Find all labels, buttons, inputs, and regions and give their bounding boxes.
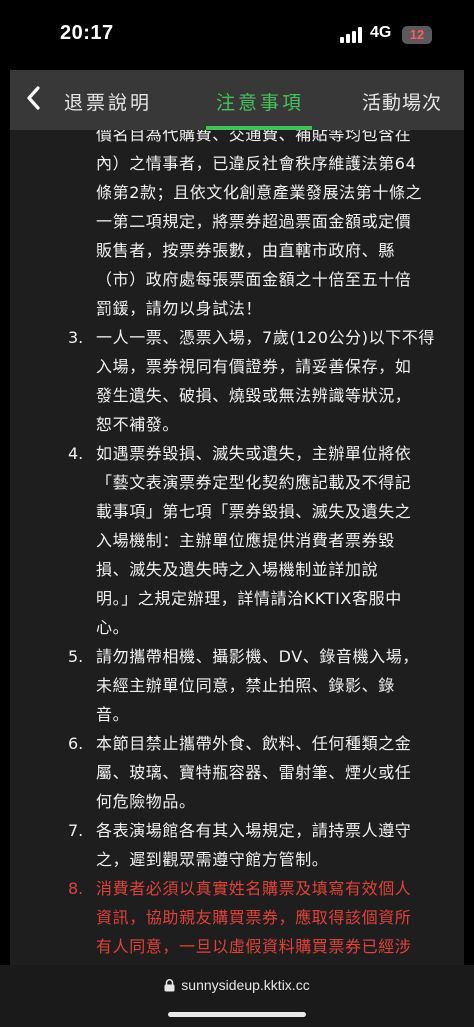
list-item-text: 一人一票、憑票入場，7歲(120公分)以下不得 入場，票券視同有價證券，請妥善保存… <box>96 323 464 439</box>
text-line: 恕不補發。 <box>96 415 180 434</box>
list-item: 6. 本節目禁止攜帶外食、飲料、任何種類之金 屬、玻璃、寶特瓶容器、雷射筆、煙火或任… <box>10 729 464 816</box>
lock-icon <box>164 979 175 992</box>
list-item: 8. 消費者必須以真實姓名購票及填寫有效個人 資訊，協助親友購買票券，應取得該個資所… <box>10 874 464 961</box>
tab-notices[interactable]: 注意事項 <box>216 88 304 115</box>
text-line: 何危險物品。 <box>96 792 196 811</box>
list-item-text: 如遇票券毀損、滅失或遺失，主辦單位將依 「藝文表演票券定型化契約應記載及不得記 載事… <box>96 439 464 642</box>
list-item-number: 8. <box>68 879 84 898</box>
text-line: 各表演場館各有其入場規定，請持票人遵守 <box>96 821 412 840</box>
list-item-text: 消費者必須以真實姓名購票及填寫有效個人 資訊，協助親友購買票券，應取得該個資所 有人… <box>96 874 464 961</box>
url-text: sunnysideup.kktix.cc <box>181 977 310 993</box>
text-line: 未經主辦單位同意，禁止拍照、錄影、錄 <box>96 676 395 695</box>
text-line: 屬、玻璃、寶特瓶容器、雷射筆、煙火或任 <box>96 763 412 782</box>
tab-event-sessions[interactable]: 活動場次 <box>362 88 442 115</box>
text-line: 罰鍰，請勿以身試法！ <box>96 299 263 318</box>
text-line: 請勿攜帶相機、攝影機、DV、錄音機入場， <box>96 647 419 666</box>
text-line: 音。 <box>96 705 130 724</box>
notices-content[interactable]: 價名目為代購費、交通費、補貼等均包含在內）之情事者，已違反社會秩序維護法第64 條… <box>10 130 464 965</box>
list-item-number: 4. <box>68 444 84 463</box>
notices-list: 價名目為代購費、交通費、補貼等均包含在內）之情事者，已違反社會秩序維護法第64 條… <box>10 130 464 961</box>
text-line: 內）之情事者，已違反社會秩序維護法第64 <box>96 154 417 173</box>
text-line: 「藝文表演票券定型化契約應記載及不得記 <box>96 473 412 492</box>
app-frame: 退票說明 注意事項 活動場次 價名目為代購費、交通費、補貼等均包含在內）之情事者… <box>10 70 464 965</box>
text-line: 資訊，協助親友購買票券，應取得該個資所 <box>96 908 412 927</box>
text-line: 損、滅失及遺失時之入場機制並詳加說 <box>96 560 379 579</box>
list-item: 7. 各表演場館各有其入場規定，請持票人遵守 之，遲到觀眾需遵守館方管制。 <box>10 816 464 874</box>
text-line: 販售者，按票券張數，由直轄市政府、縣 <box>96 241 395 260</box>
network-type: 4G <box>370 24 392 41</box>
text-line: 心。 <box>96 618 130 637</box>
url-bar[interactable]: sunnysideup.kktix.cc <box>0 977 474 993</box>
text-line: 本節目禁止攜帶外食、飲料、任何種類之金 <box>96 734 412 753</box>
back-chevron-icon[interactable] <box>26 86 48 112</box>
status-bar: 20:17 4G 12 <box>0 0 474 70</box>
home-indicator[interactable] <box>168 1012 306 1017</box>
text-line: 入場機制：主辦單位應提供消費者票券毀 <box>96 531 395 550</box>
text-line: 如遇票券毀損、滅失或遺失，主辦單位將依 <box>96 444 412 463</box>
text-line: 價名目為代購費、交通費、補貼等均包含在 <box>96 130 412 144</box>
battery-icon: 12 <box>402 26 432 44</box>
list-item: 5. 請勿攜帶相機、攝影機、DV、錄音機入場， 未經主辦單位同意，禁止拍照、錄影、錄… <box>10 642 464 729</box>
list-item-number: 5. <box>68 647 84 666</box>
list-item: 3. 一人一票、憑票入場，7歲(120公分)以下不得 入場，票券視同有價證券，請妥善… <box>10 323 464 439</box>
list-item-number: 7. <box>68 821 84 840</box>
list-item-number: 6. <box>68 734 84 753</box>
text-line: 一第二項規定，將票券超過票面金額或定價 <box>96 212 412 231</box>
tab-bar: 退票說明 注意事項 活動場次 <box>10 70 464 130</box>
list-item-text: 本節目禁止攜帶外食、飲料、任何種類之金 屬、玻璃、寶特瓶容器、雷射筆、煙火或任 何危… <box>96 729 464 816</box>
text-line: 消費者必須以真實姓名購票及填寫有效個人 <box>96 879 412 898</box>
list-item-number: 3. <box>68 328 84 347</box>
list-item: 4. 如遇票券毀損、滅失或遺失，主辦單位將依 「藝文表演票券定型化契約應記載及不得記… <box>10 439 464 642</box>
text-line: 一人一票、憑票入場，7歲(120公分)以下不得 <box>96 328 436 347</box>
text-line: 有人同意，一旦以虛假資料購買票券已經涉 <box>96 937 412 956</box>
intro-paragraph: 價名目為代購費、交通費、補貼等均包含在內）之情事者，已違反社會秩序維護法第64 條… <box>10 130 464 323</box>
status-time: 20:17 <box>60 22 114 44</box>
text-line: 發生遺失、破損、燒毀或無法辨識等狀況， <box>96 386 412 405</box>
text-line: 明。」之規定辦理，詳情請洽KKTIX客服中 <box>96 589 402 608</box>
signal-strength-icon <box>340 27 364 43</box>
text-line: 載事項」第七項「票券毀損、滅失及遺失之 <box>96 502 412 521</box>
list-item-text: 請勿攜帶相機、攝影機、DV、錄音機入場， 未經主辦單位同意，禁止拍照、錄影、錄 音。 <box>96 642 464 729</box>
text-line: 之，遲到觀眾需遵守館方管制。 <box>96 850 329 869</box>
tab-refund-policy[interactable]: 退票說明 <box>64 88 152 115</box>
text-line: 條第2款；且依文化創意產業發展法第十條之 <box>96 183 423 202</box>
text-line: （市）政府處每張票面金額之十倍至五十倍 <box>96 270 412 289</box>
list-item-text: 各表演場館各有其入場規定，請持票人遵守 之，遲到觀眾需遵守館方管制。 <box>96 816 464 874</box>
browser-bottom-bar: sunnysideup.kktix.cc <box>0 965 474 1027</box>
text-line: 入場，票券視同有價證券，請妥善保存，如 <box>96 357 412 376</box>
